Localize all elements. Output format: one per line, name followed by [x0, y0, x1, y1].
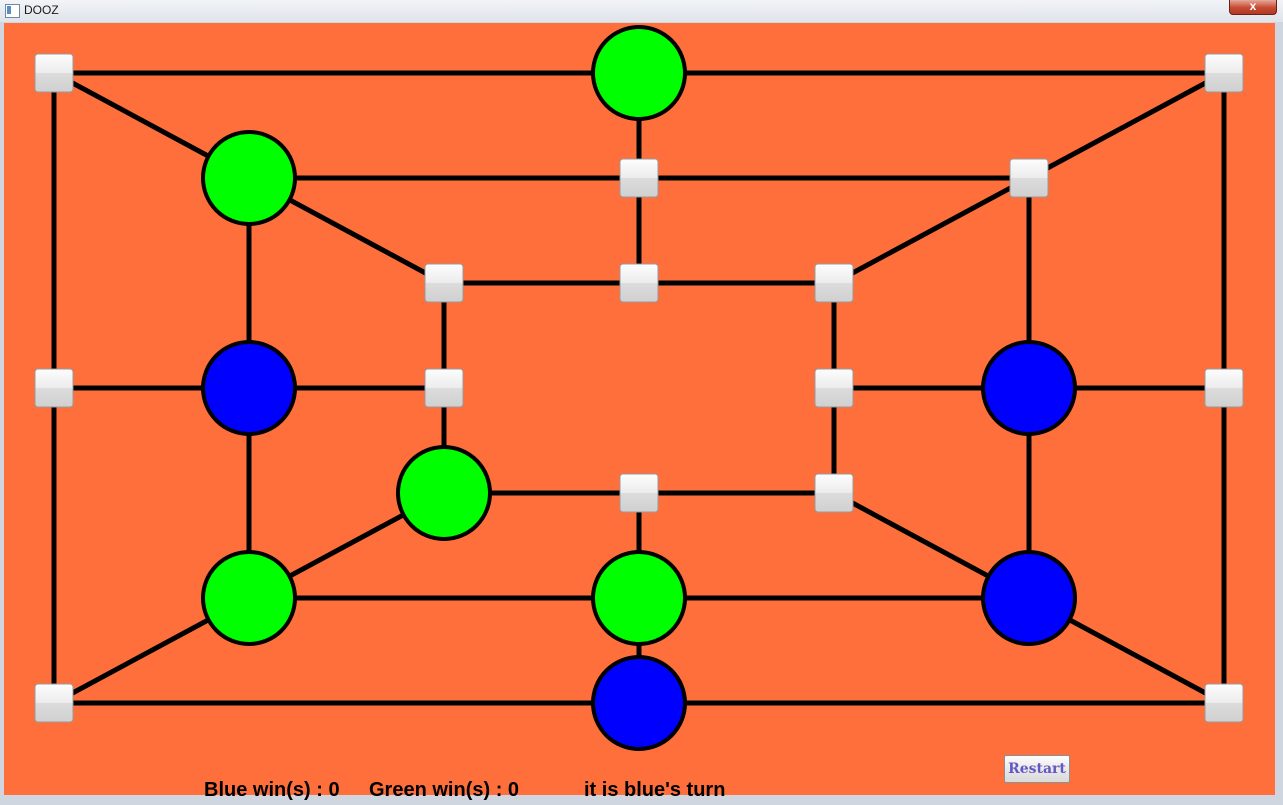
empty-point-middle-inner-left[interactable] [424, 368, 464, 408]
blue-score: Blue win(s) : 0 [204, 779, 340, 801]
board-line-upper-right-to-inner-top-right [832, 175, 1031, 286]
empty-point-upper-center[interactable] [619, 158, 659, 198]
blue-piece-middle-outer-left[interactable] [201, 340, 297, 436]
empty-point-inner-bottom-right[interactable] [814, 473, 854, 513]
empty-point-inner-top-right[interactable] [814, 263, 854, 303]
empty-point-inner-top-center[interactable] [619, 263, 659, 303]
empty-point-bottom-right[interactable] [1204, 683, 1244, 723]
title-bar: DOOZ x [0, 0, 1283, 23]
green-piece-top-center[interactable] [591, 25, 687, 121]
empty-point-upper-right[interactable] [1009, 158, 1049, 198]
green-score: Green win(s) : 0 [369, 779, 520, 801]
empty-point-middle-inner-right[interactable] [814, 368, 854, 408]
empty-point-top-right[interactable] [1204, 53, 1244, 93]
empty-point-bottom-left[interactable] [34, 683, 74, 723]
green-piece-lower-center[interactable] [591, 550, 687, 646]
green-piece-lower-left[interactable] [201, 550, 297, 646]
empty-point-inner-top-left[interactable] [424, 263, 464, 303]
blue-piece-bottom-center[interactable] [591, 655, 687, 751]
game-board: Blue win(s) : 0 Green win(s) : 0 it is b… [4, 23, 1275, 801]
empty-point-middle-right[interactable] [1204, 368, 1244, 408]
blue-piece-middle-outer-right[interactable] [981, 340, 1077, 436]
empty-point-middle-left[interactable] [34, 368, 74, 408]
turn-indicator: it is blue's turn [584, 779, 726, 801]
green-piece-inner-bottom-left[interactable] [396, 445, 492, 541]
empty-point-top-left[interactable] [34, 53, 74, 93]
close-button[interactable]: x [1229, 0, 1277, 15]
green-piece-upper-left[interactable] [201, 130, 297, 226]
window-title: DOOZ [24, 3, 59, 17]
board-line-top-right-to-upper-right [1027, 70, 1226, 181]
empty-point-inner-bottom-center[interactable] [619, 473, 659, 513]
board-svg [34, 25, 1244, 751]
blue-piece-lower-right[interactable] [981, 550, 1077, 646]
restart-button[interactable]: Restart [1004, 755, 1070, 783]
app-icon [5, 4, 20, 18]
